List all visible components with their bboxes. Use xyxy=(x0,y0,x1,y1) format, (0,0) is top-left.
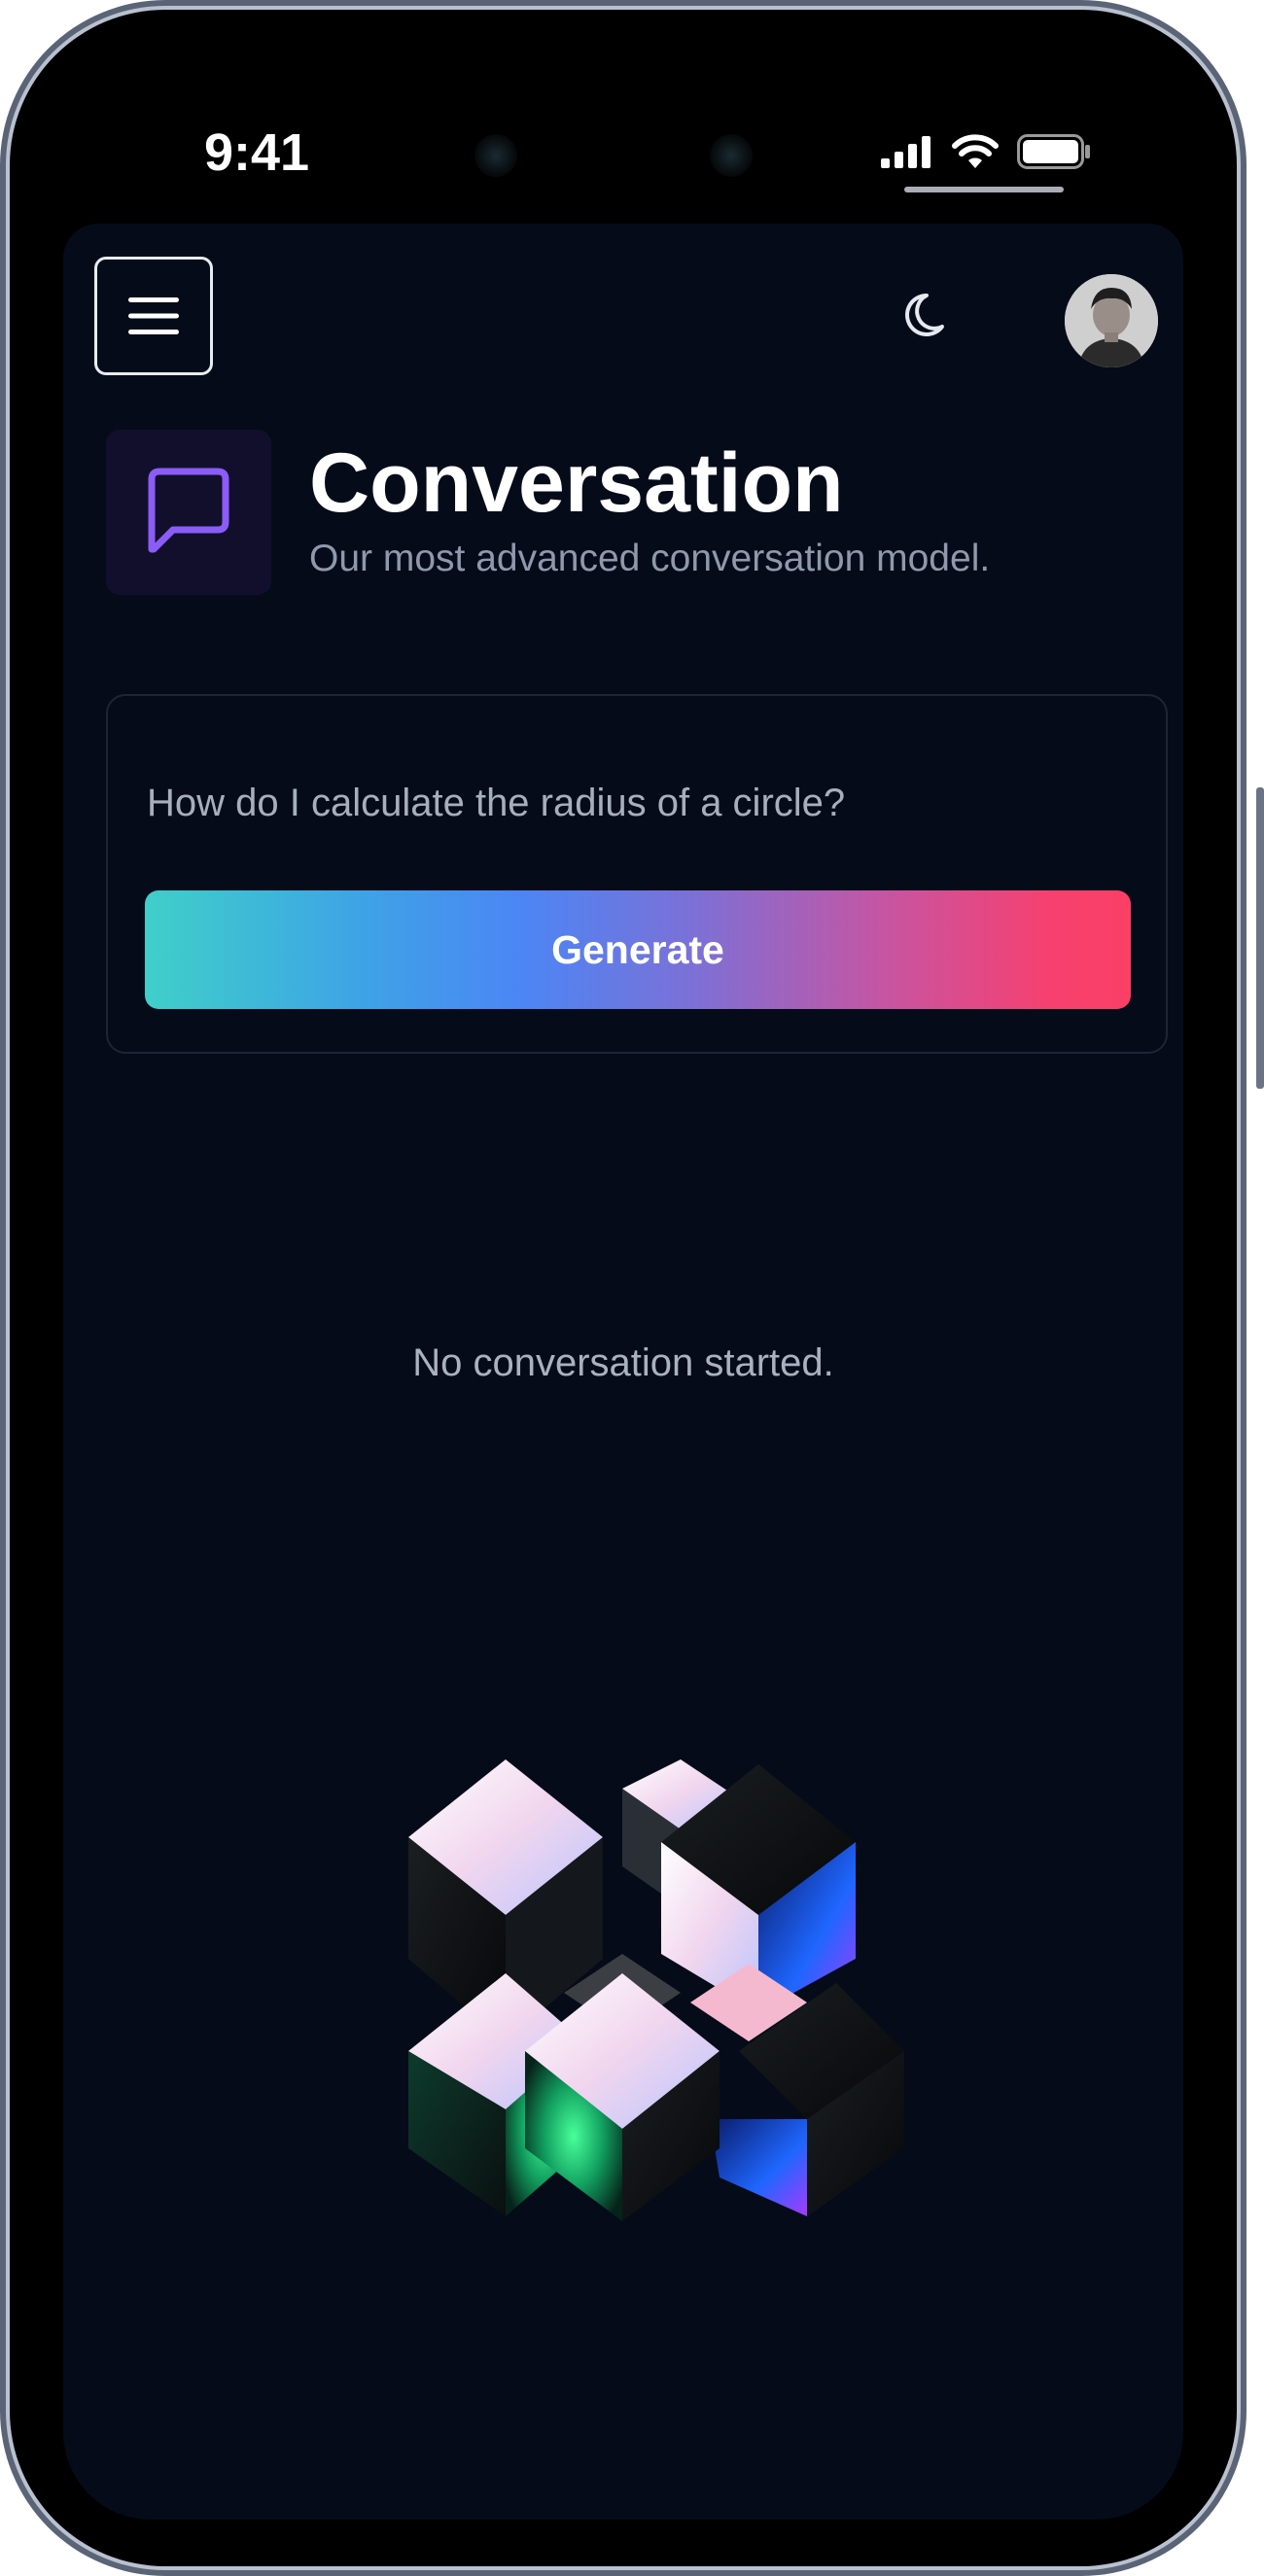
prompt-form: Generate xyxy=(106,694,1168,1054)
sensor-icon xyxy=(710,134,753,177)
app-screen: Conversation Our most advanced conversat… xyxy=(63,224,1183,2520)
menu-button[interactable] xyxy=(94,257,213,375)
avatar-image xyxy=(1065,274,1158,367)
status-time: 9:41 xyxy=(204,123,310,182)
chat-bubble-icon xyxy=(148,468,229,553)
hamburger-menu-icon xyxy=(128,297,179,334)
side-button xyxy=(1256,787,1264,1089)
phone-bezel: 9:41 Conversation Our most advanced conv… xyxy=(6,6,1241,2570)
conversation-icon-box xyxy=(106,430,271,595)
page-title: Conversation xyxy=(309,436,844,530)
page-subtitle: Our most advanced conversation model. xyxy=(309,538,991,579)
prompt-input[interactable] xyxy=(108,774,1166,832)
abstract-cubes-illustration xyxy=(408,1759,904,2221)
top-indicator-bar xyxy=(904,187,1064,192)
phone-frame: 9:41 Conversation Our most advanced conv… xyxy=(0,0,1246,2576)
signal-icon xyxy=(881,136,930,168)
moon-icon xyxy=(905,294,944,336)
front-camera-icon xyxy=(474,134,517,177)
wifi-icon xyxy=(952,134,999,168)
user-avatar[interactable] xyxy=(1065,274,1158,367)
status-icons xyxy=(879,130,1091,173)
theme-toggle-button[interactable] xyxy=(899,288,958,346)
generate-button[interactable]: Generate xyxy=(145,890,1131,1009)
phone-body: 9:41 Conversation Our most advanced conv… xyxy=(10,10,1237,2566)
battery-icon xyxy=(1017,134,1090,169)
empty-state-message: No conversation started. xyxy=(412,1341,834,1384)
